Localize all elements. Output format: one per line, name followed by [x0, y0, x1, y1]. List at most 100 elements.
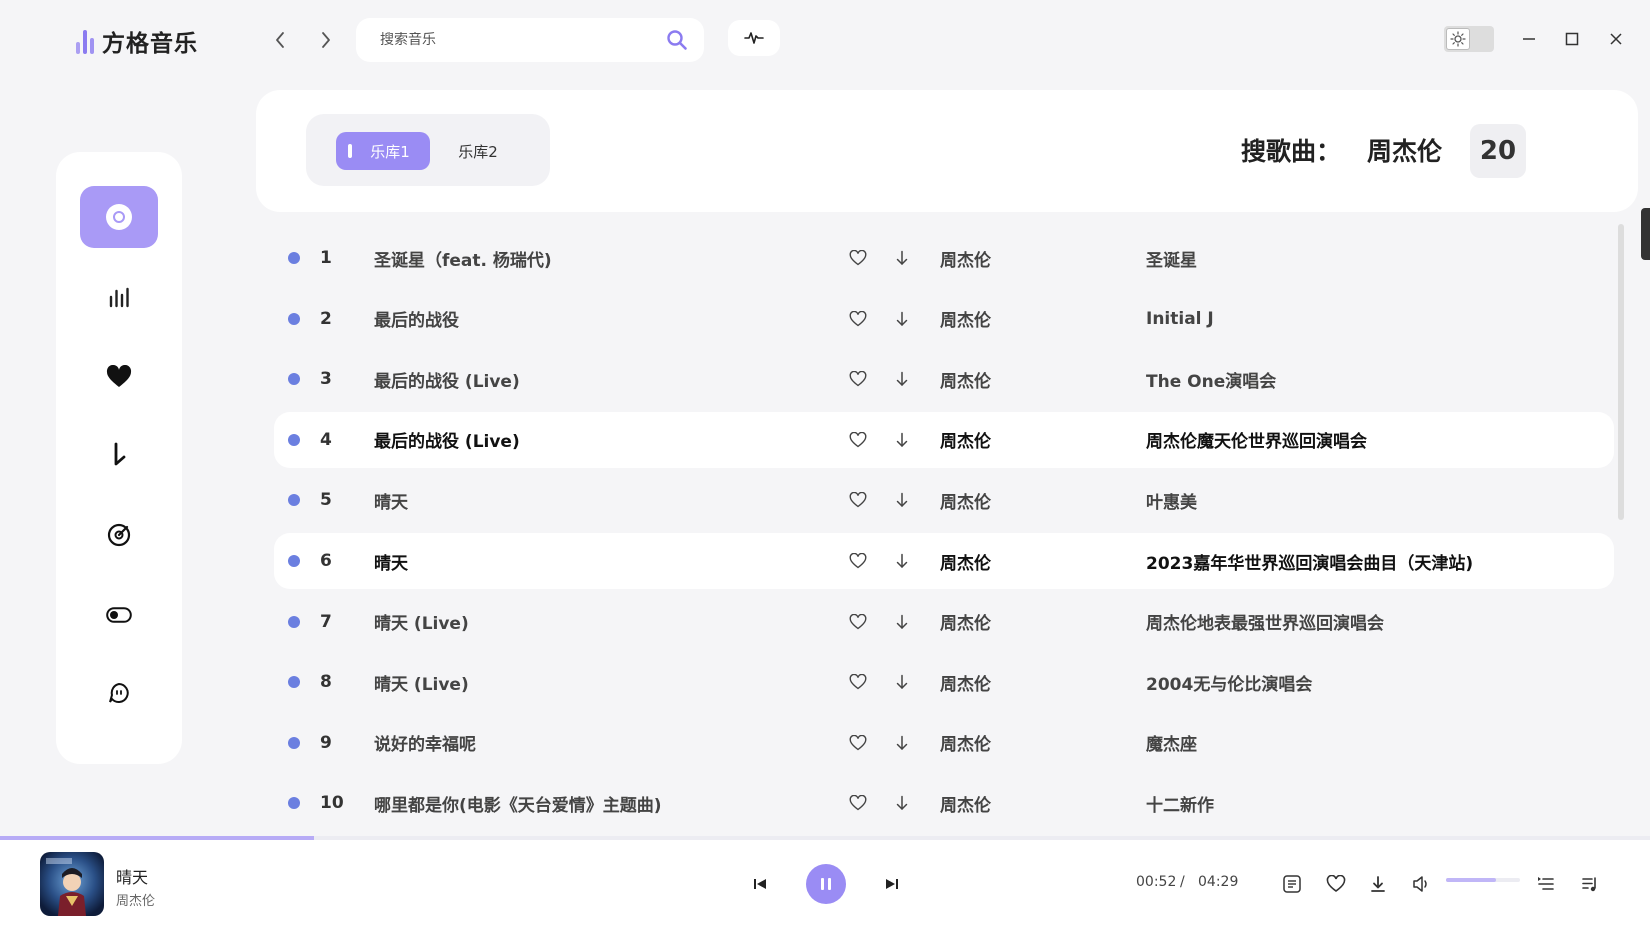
- song-like-icon[interactable]: [848, 594, 868, 650]
- song-title[interactable]: 圣诞星（feat. 杨瑞代): [374, 230, 552, 286]
- song-row[interactable]: 6 晴天 周杰伦 2023嘉年华世界巡回演唱会曲目（天津站): [274, 533, 1614, 589]
- song-download-icon[interactable]: [892, 775, 912, 831]
- song-artist[interactable]: 周杰伦: [940, 230, 991, 286]
- disc-icon: [106, 204, 132, 230]
- song-artist[interactable]: 周杰伦: [940, 715, 991, 771]
- song-like-icon[interactable]: [848, 472, 868, 528]
- sidebar-item-favorites[interactable]: [80, 346, 158, 408]
- song-row[interactable]: 3 最后的战役 (Live) 周杰伦 The One演唱会: [274, 351, 1614, 407]
- song-download-icon[interactable]: [892, 715, 912, 771]
- tab-library-1[interactable]: 乐库1: [336, 132, 430, 170]
- close-button[interactable]: [1605, 28, 1627, 50]
- song-title[interactable]: 说好的幸福呢: [374, 715, 476, 771]
- song-like-icon[interactable]: [848, 351, 868, 407]
- sidebar-item-charts[interactable]: [80, 266, 158, 328]
- song-title[interactable]: 哪里都是你(电影《天台爱情》主题曲): [374, 775, 662, 831]
- song-index: 3: [320, 369, 332, 390]
- sidebar-item-downloads[interactable]: [80, 424, 158, 486]
- song-row[interactable]: 10 哪里都是你(电影《天台爱情》主题曲) 周杰伦 十二新作: [274, 775, 1614, 831]
- song-title[interactable]: 最后的战役 (Live): [374, 351, 520, 407]
- forward-button[interactable]: [314, 26, 338, 54]
- search-icon[interactable]: [666, 29, 688, 51]
- previous-track-button[interactable]: [740, 864, 780, 904]
- album-cover[interactable]: [40, 852, 104, 916]
- song-artist[interactable]: 周杰伦: [940, 775, 991, 831]
- song-artist[interactable]: 周杰伦: [940, 533, 991, 589]
- volume-button[interactable]: [1410, 872, 1434, 896]
- song-download-icon[interactable]: [892, 291, 912, 347]
- song-artist[interactable]: 周杰伦: [940, 472, 991, 528]
- song-album[interactable]: 2023嘉年华世界巡回演唱会曲目（天津站): [1146, 533, 1473, 589]
- song-row[interactable]: 7 晴天 (Live) 周杰伦 周杰伦地表最强世界巡回演唱会: [274, 594, 1614, 650]
- song-title[interactable]: 最后的战役 (Live): [374, 412, 520, 468]
- like-current-button[interactable]: [1324, 872, 1348, 896]
- download-current-button[interactable]: [1366, 872, 1390, 896]
- song-title[interactable]: 晴天 (Live): [374, 654, 469, 710]
- play-mode-button[interactable]: [1534, 872, 1558, 896]
- song-row[interactable]: 1 圣诞星（feat. 杨瑞代) 周杰伦 圣诞星: [274, 230, 1614, 286]
- playlist-button[interactable]: [1578, 872, 1602, 896]
- sidebar-item-disc[interactable]: [80, 186, 158, 248]
- tab-library-2[interactable]: 乐库2: [436, 132, 520, 170]
- song-title[interactable]: 晴天 (Live): [374, 594, 469, 650]
- song-row[interactable]: 8 晴天 (Live) 周杰伦 2004无与伦比演唱会: [274, 654, 1614, 710]
- volume-slider[interactable]: [1446, 878, 1520, 882]
- song-like-icon[interactable]: [848, 230, 868, 286]
- theme-toggle[interactable]: [1444, 26, 1494, 52]
- song-download-icon[interactable]: [892, 533, 912, 589]
- song-album[interactable]: 圣诞星: [1146, 230, 1197, 286]
- song-download-icon[interactable]: [892, 654, 912, 710]
- song-list-scrollbar[interactable]: [1618, 224, 1624, 520]
- library-tabs: 乐库1 乐库2: [306, 114, 550, 186]
- song-row[interactable]: 4 最后的战役 (Live) 周杰伦 周杰伦魔天伦世界巡回演唱会: [274, 411, 1614, 468]
- song-artist[interactable]: 周杰伦: [940, 654, 991, 710]
- minimize-button[interactable]: [1518, 28, 1540, 50]
- sidebar-item-radar[interactable]: [80, 504, 158, 566]
- sidebar-item-chat[interactable]: [80, 662, 158, 724]
- maximize-button[interactable]: [1561, 28, 1583, 50]
- song-title[interactable]: 最后的战役: [374, 291, 459, 347]
- song-like-icon[interactable]: [848, 715, 868, 771]
- song-artist[interactable]: 周杰伦: [940, 351, 991, 407]
- song-artist[interactable]: 周杰伦: [940, 412, 991, 468]
- song-artist[interactable]: 周杰伦: [940, 594, 991, 650]
- side-drawer-handle[interactable]: [1641, 208, 1650, 260]
- sidebar-item-toggle[interactable]: [80, 584, 158, 646]
- song-album[interactable]: 魔杰座: [1146, 715, 1197, 771]
- song-album[interactable]: 周杰伦魔天伦世界巡回演唱会: [1146, 412, 1367, 468]
- song-like-icon[interactable]: [848, 412, 868, 468]
- song-artist[interactable]: 周杰伦: [940, 291, 991, 347]
- song-row[interactable]: 9 说好的幸福呢 周杰伦 魔杰座: [274, 715, 1614, 771]
- lyrics-button[interactable]: [1280, 872, 1304, 896]
- song-download-icon[interactable]: [892, 230, 912, 286]
- maximize-icon: [1565, 32, 1579, 46]
- song-album[interactable]: 2004无与伦比演唱会: [1146, 654, 1312, 710]
- search-header-panel: 乐库1 乐库2 搜歌曲： 周杰伦 20: [256, 90, 1638, 212]
- song-row[interactable]: 5 晴天 周杰伦 叶惠美: [274, 472, 1614, 528]
- back-button[interactable]: [268, 26, 292, 54]
- song-like-icon[interactable]: [848, 291, 868, 347]
- song-download-icon[interactable]: [892, 472, 912, 528]
- next-track-button[interactable]: [872, 864, 912, 904]
- search-input[interactable]: [380, 32, 666, 48]
- song-title[interactable]: 晴天: [374, 533, 408, 589]
- song-download-icon[interactable]: [892, 351, 912, 407]
- speaker-icon: [1413, 876, 1427, 892]
- song-album[interactable]: The One演唱会: [1146, 351, 1276, 407]
- song-album[interactable]: 叶惠美: [1146, 472, 1197, 528]
- waveform-button[interactable]: [728, 20, 780, 56]
- playlist-icon: [1582, 877, 1596, 892]
- song-download-icon[interactable]: [892, 412, 912, 468]
- song-album[interactable]: 周杰伦地表最强世界巡回演唱会: [1146, 594, 1384, 650]
- song-album[interactable]: 十二新作: [1146, 775, 1214, 831]
- logo-bars-icon: [76, 28, 94, 54]
- song-row[interactable]: 2 最后的战役 周杰伦 Initial J: [274, 291, 1614, 347]
- song-like-icon[interactable]: [848, 654, 868, 710]
- song-album[interactable]: Initial J: [1146, 291, 1214, 347]
- now-playing-title: 晴天: [116, 868, 149, 887]
- song-download-icon[interactable]: [892, 594, 912, 650]
- song-title[interactable]: 晴天: [374, 472, 408, 528]
- song-like-icon[interactable]: [848, 775, 868, 831]
- song-like-icon[interactable]: [848, 533, 868, 589]
- play-pause-button[interactable]: [806, 864, 846, 904]
